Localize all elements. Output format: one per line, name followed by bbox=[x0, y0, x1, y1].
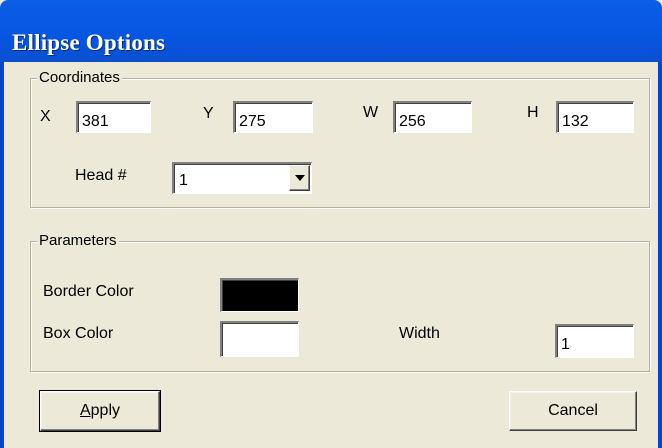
parameters-legend: Parameters bbox=[37, 232, 119, 250]
window-frame-left bbox=[0, 62, 4, 448]
title-bar[interactable]: Ellipse Options bbox=[0, 0, 662, 62]
w-input[interactable]: 256 bbox=[393, 101, 472, 133]
w-label: W bbox=[363, 104, 379, 121]
cancel-button[interactable]: Cancel bbox=[509, 391, 637, 431]
width-input[interactable]: 1 bbox=[555, 324, 634, 358]
box-color-label: Box Color bbox=[43, 325, 114, 342]
chevron-down-icon[interactable] bbox=[289, 165, 310, 191]
y-input[interactable]: 275 bbox=[233, 101, 313, 133]
head-select-value: 1 bbox=[179, 172, 188, 189]
width-label: Width bbox=[399, 325, 440, 342]
apply-button[interactable]: Apply bbox=[39, 390, 161, 432]
h-input[interactable]: 132 bbox=[556, 101, 634, 133]
box-color-swatch[interactable] bbox=[220, 321, 299, 357]
coordinates-group: Coordinates bbox=[30, 69, 650, 208]
y-label: Y bbox=[203, 105, 214, 122]
x-label: X bbox=[40, 108, 51, 125]
h-label: H bbox=[527, 104, 539, 121]
head-label: Head # bbox=[75, 167, 127, 184]
window-frame-right bbox=[658, 62, 662, 448]
ellipse-options-dialog: Ellipse Options Coordinates X 381 Y 275 … bbox=[0, 0, 662, 448]
border-color-swatch[interactable] bbox=[220, 278, 299, 312]
coordinates-legend: Coordinates bbox=[37, 69, 122, 87]
border-color-label: Border Color bbox=[43, 283, 134, 300]
head-select[interactable]: 1 bbox=[172, 162, 312, 194]
x-input[interactable]: 381 bbox=[76, 101, 151, 133]
dialog-title: Ellipse Options bbox=[12, 30, 166, 55]
